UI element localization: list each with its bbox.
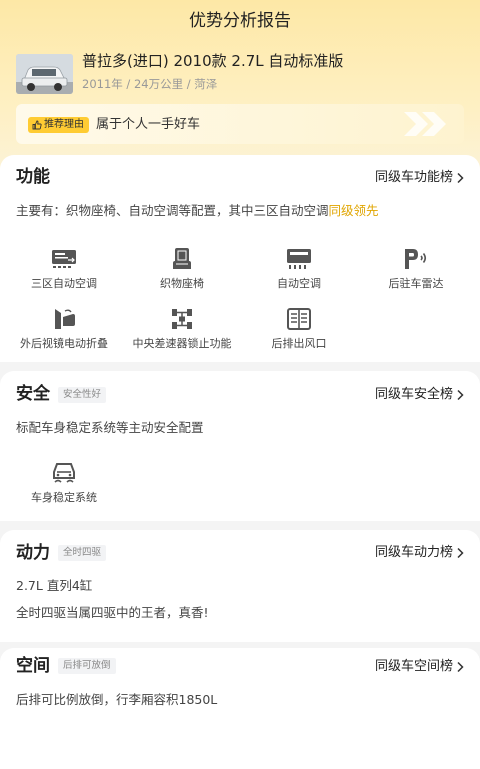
safety-section: 安全 安全性好 同级车安全榜 标配车身稳定系统等主动安全配置 车身稳定系统: [0, 371, 480, 521]
power-rank-link[interactable]: 同级车动力榜: [375, 543, 464, 563]
recommend-reason-text: 属于个人一手好车: [96, 117, 201, 132]
feature-mirror-fold: 外后视镜电动折叠: [4, 307, 124, 351]
thumbs-up-icon: [32, 120, 42, 130]
fabric-seat-icon: [173, 248, 191, 269]
space-rank-link[interactable]: 同级车空间榜: [375, 657, 464, 677]
feature-parking-radar: 后驻车雷达: [356, 247, 476, 291]
space-tag: 后排可放倒: [58, 658, 116, 674]
power-tag: 全时四驱: [58, 545, 107, 561]
tri-zone-ac-icon: [52, 250, 76, 268]
feature-label: 织物座椅: [160, 277, 204, 290]
feature-label: 后排出风口: [271, 337, 327, 350]
feature-tri-zone-ac: 三区自动空调: [4, 247, 124, 291]
feature-fabric-seat: 织物座椅: [122, 247, 242, 291]
power-rank-label: 同级车动力榜: [374, 545, 453, 560]
auto-ac-icon: [287, 249, 311, 269]
feature-label: 车身稳定系统: [31, 491, 97, 504]
chevron-decoration-icon: [404, 112, 446, 136]
feature-label: 后驻车雷达: [388, 277, 444, 290]
space-rank-label: 同级车空间榜: [374, 659, 453, 674]
recommend-reason-banner: 推荐理由 属于个人一手好车: [16, 104, 464, 144]
feature-label: 外后视镜电动折叠: [20, 337, 108, 350]
parking-radar-icon: [405, 249, 427, 269]
safety-rank-link[interactable]: 同级车安全榜: [375, 385, 464, 405]
feature-auto-ac: 自动空调: [239, 247, 359, 291]
page-title: 优势分析报告: [189, 11, 291, 31]
space-title: 空间: [16, 656, 50, 676]
chevron-right-icon: [457, 389, 464, 401]
space-summary: 后排可比例放倒，行李厢容积1850L: [16, 692, 218, 707]
power-section: 动力 全时四驱 同级车动力榜 2.7L 直列4缸 全时四驱当属四驱中的王者，真香…: [0, 530, 480, 642]
function-section: 功能 同级车功能榜 主要有：织物座椅、自动空调等配置，其中三区自动空调同级领先 …: [0, 155, 480, 362]
safety-tag: 安全性好: [58, 387, 107, 403]
safety-rank-label: 同级车安全榜: [374, 387, 453, 402]
chevron-right-icon: [457, 172, 464, 184]
feature-rear-vent: 后排出风口: [239, 307, 359, 351]
space-section: 空间 后排可放倒 同级车空间榜 后排可比例放倒，行李厢容积1850L: [0, 648, 480, 769]
function-summary-text: 主要有：织物座椅、自动空调等配置，其中三区自动空调: [16, 203, 329, 218]
chevron-right-icon: [457, 661, 464, 673]
power-engine: 2.7L 直列4缸: [16, 578, 93, 593]
function-summary: 主要有：织物座椅、自动空调等配置，其中三区自动空调同级领先: [16, 201, 379, 221]
feature-label: 中央差速器锁止功能: [132, 337, 232, 350]
feature-label: 自动空调: [277, 277, 321, 290]
car-thumbnail: [16, 54, 73, 94]
function-rank-label: 同级车功能榜: [374, 170, 453, 185]
function-summary-highlight: 同级领先: [328, 203, 379, 218]
feature-label: 三区自动空调: [31, 277, 97, 290]
feature-stability-control: 车身稳定系统: [4, 461, 124, 505]
stability-control-icon: [53, 463, 75, 483]
car-meta: 2011年 / 24万公里 / 菏泽: [82, 77, 218, 91]
diff-lock-icon: [172, 309, 192, 329]
rear-vent-icon: [287, 308, 311, 330]
recommend-reason-label: 推荐理由: [44, 119, 84, 130]
recommend-reason-badge: 推荐理由: [28, 117, 89, 133]
feature-diff-lock: 中央差速器锁止功能: [122, 307, 242, 351]
chevron-right-icon: [457, 547, 464, 559]
car-name: 普拉多(进口) 2010款 2.7L 自动标准版: [82, 52, 344, 70]
safety-title: 安全: [16, 384, 50, 404]
mirror-fold-icon: [55, 309, 75, 329]
function-title: 功能: [16, 167, 50, 187]
safety-summary: 标配车身稳定系统等主动安全配置: [16, 420, 204, 435]
power-title: 动力: [16, 543, 50, 563]
function-rank-link[interactable]: 同级车功能榜: [375, 168, 464, 188]
power-description: 全时四驱当属四驱中的王者，真香!: [16, 605, 209, 620]
